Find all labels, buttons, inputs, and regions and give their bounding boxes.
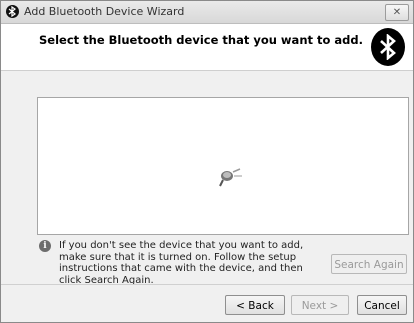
bluetooth-logo-icon bbox=[371, 28, 405, 66]
page-title: Select the Bluetooth device that you wan… bbox=[39, 33, 363, 47]
wizard-header: Select the Bluetooth device that you wan… bbox=[1, 24, 413, 71]
footer-divider bbox=[1, 284, 413, 285]
info-text: If you don't see the device that you wan… bbox=[59, 240, 304, 286]
searching-icon bbox=[219, 168, 242, 187]
wizard-window: Add Bluetooth Device Wizard ✕ Select the… bbox=[0, 0, 414, 323]
close-button[interactable]: ✕ bbox=[385, 4, 409, 21]
search-again-button[interactable]: Search Again bbox=[331, 254, 407, 274]
window-title: Add Bluetooth Device Wizard bbox=[24, 5, 185, 18]
back-button[interactable]: < Back bbox=[225, 295, 285, 315]
cancel-button[interactable]: Cancel bbox=[357, 295, 407, 315]
next-button[interactable]: Next > bbox=[291, 295, 349, 315]
title-bar: Add Bluetooth Device Wizard ✕ bbox=[1, 1, 413, 24]
device-list[interactable] bbox=[37, 97, 409, 235]
bluetooth-icon bbox=[6, 5, 19, 18]
info-icon: i bbox=[39, 240, 51, 252]
